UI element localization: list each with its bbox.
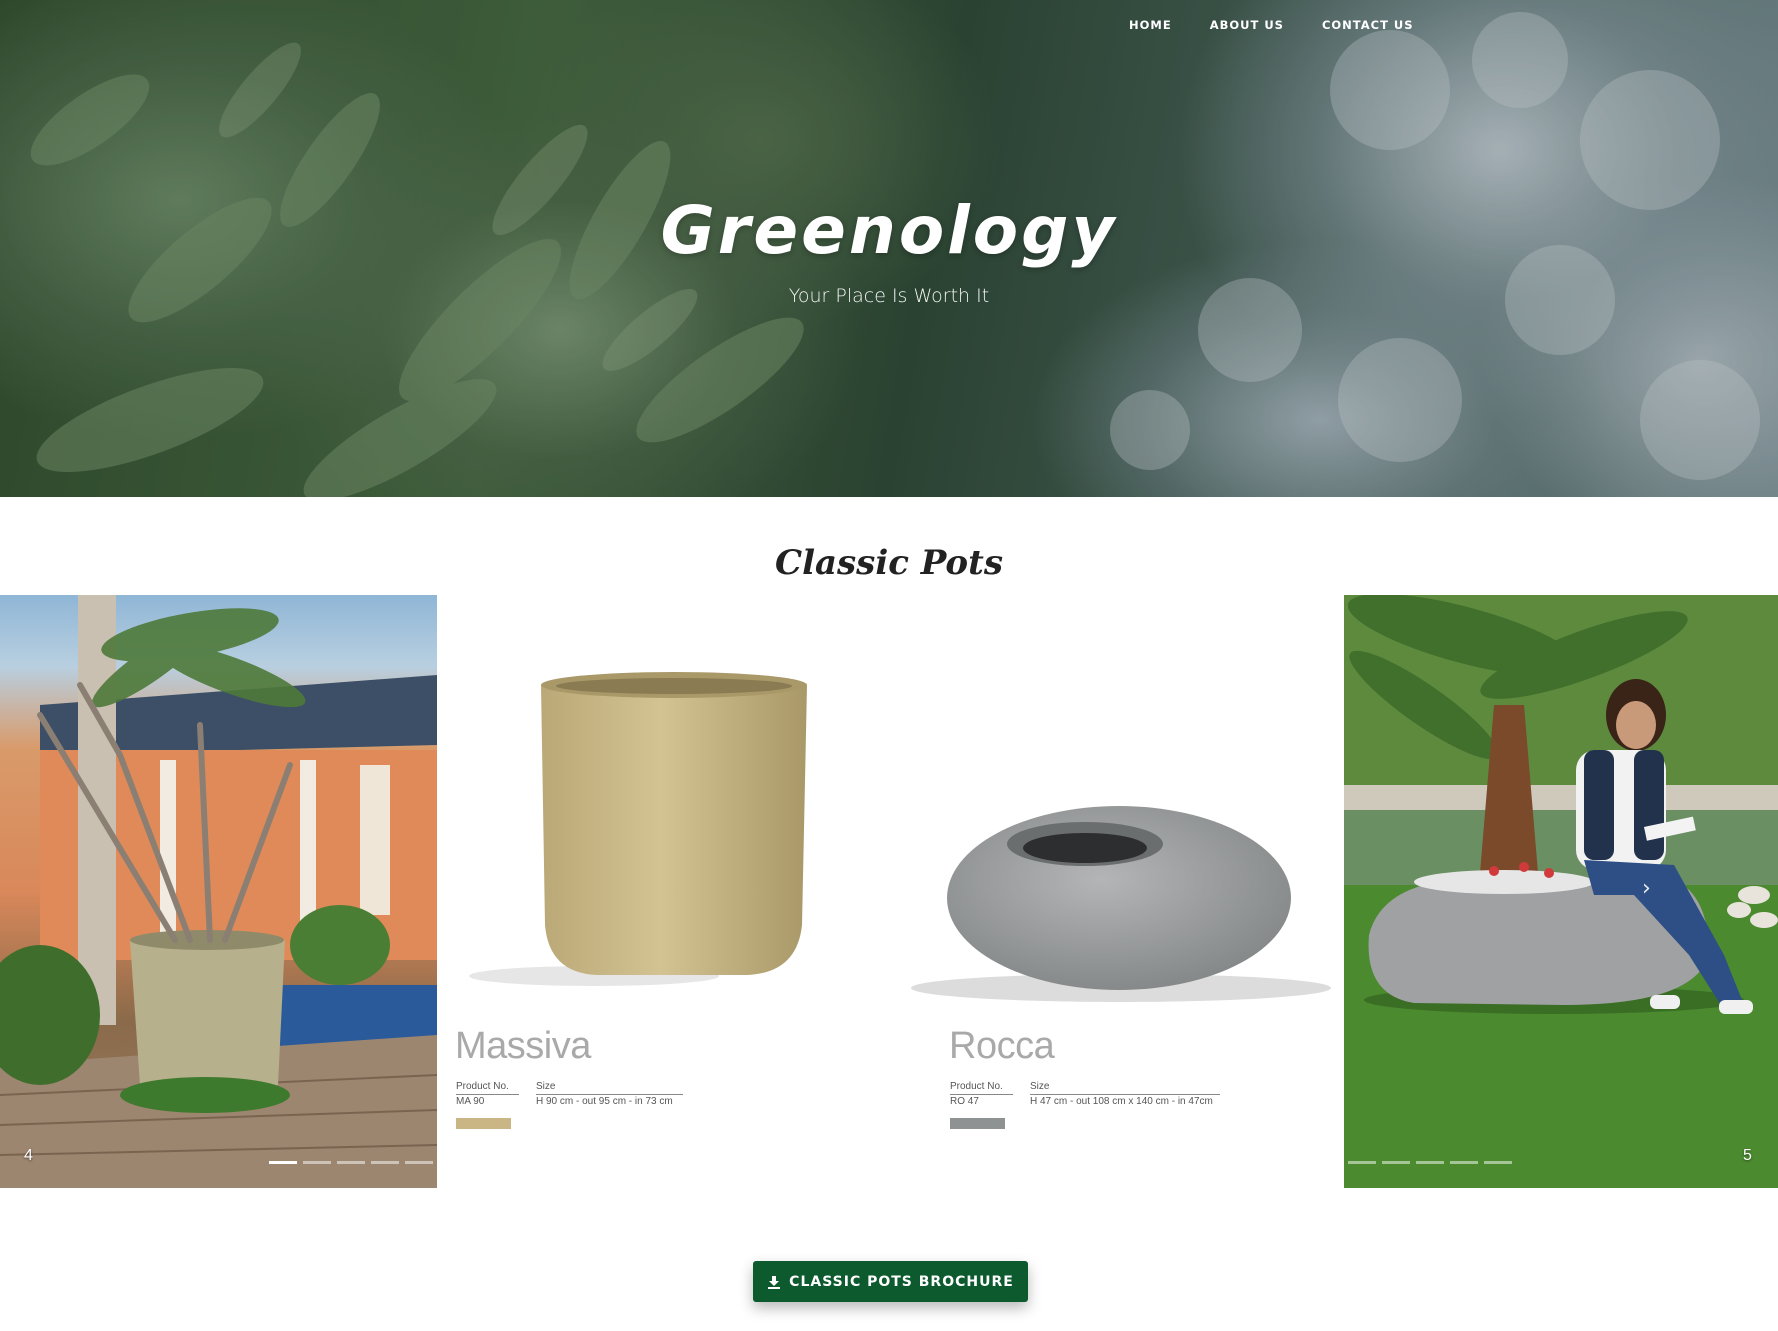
slide-indicator-right	[1348, 1161, 1512, 1164]
slide-indicator-left	[269, 1161, 433, 1164]
slide-number-left: 4	[24, 1147, 33, 1164]
color-swatch-rocca	[950, 1118, 1005, 1129]
carousel-slide-villa-photo[interactable]: 4	[0, 595, 437, 1188]
brochure-button-label: CLASSIC POTS BROCHURE	[789, 1273, 1014, 1290]
product-no-label: Product No.	[456, 1081, 509, 1092]
spec-divider	[536, 1094, 683, 1095]
slide-dot[interactable]	[303, 1161, 331, 1164]
nav-contact-us[interactable]: CONTACT US	[1303, 17, 1433, 33]
nav-home[interactable]: HOME	[1110, 17, 1191, 33]
carousel-slide-catalog[interactable]: Massiva Product No. Size MA 90 H 90 cm -…	[437, 595, 1344, 1188]
color-swatch-massiva	[456, 1118, 511, 1129]
download-icon	[768, 1275, 781, 1289]
carousel-slide-garden-photo[interactable]: › 5	[1344, 595, 1778, 1188]
slide-dot[interactable]	[371, 1161, 399, 1164]
slide-number-right: 5	[1743, 1147, 1752, 1164]
slide-dot[interactable]	[269, 1161, 297, 1164]
section-title: Classic Pots	[775, 543, 1003, 583]
chevron-right-icon[interactable]: ›	[1642, 876, 1651, 901]
spec-divider	[1030, 1094, 1220, 1095]
garden-photo	[1344, 595, 1778, 1188]
slide-dot[interactable]	[1484, 1161, 1512, 1164]
villa-photo	[0, 595, 437, 1188]
slide-dot[interactable]	[337, 1161, 365, 1164]
slide-dot[interactable]	[1382, 1161, 1410, 1164]
product-name-rocca: Rocca	[949, 1025, 1055, 1067]
spec-divider	[456, 1094, 519, 1095]
product-name-massiva: Massiva	[455, 1025, 591, 1067]
spec-divider	[950, 1094, 1013, 1095]
size-label: Size	[1030, 1081, 1050, 1092]
size-value: H 47 cm - out 108 cm x 140 cm - in 47cm	[1030, 1096, 1213, 1107]
size-label: Size	[536, 1081, 556, 1092]
product-carousel[interactable]: 4 Massiva Product No. Size MA 90 H 90 cm…	[0, 595, 1778, 1188]
hero-banner: HOME ABOUT US CONTACT US Greenology Your…	[0, 0, 1778, 497]
nav-about-us[interactable]: ABOUT US	[1191, 17, 1303, 33]
classic-pots-brochure-button[interactable]: CLASSIC POTS BROCHURE	[753, 1261, 1028, 1302]
slide-dot[interactable]	[405, 1161, 433, 1164]
brand-tagline: Your Place Is Worth It	[788, 285, 990, 307]
slide-dot[interactable]	[1348, 1161, 1376, 1164]
slide-dot[interactable]	[1416, 1161, 1444, 1164]
product-no-value: RO 47	[950, 1096, 979, 1107]
brand-title: Greenology	[660, 192, 1118, 269]
product-no-label: Product No.	[950, 1081, 1003, 1092]
size-value: H 90 cm - out 95 cm - in 73 cm	[536, 1096, 673, 1107]
slide-dot[interactable]	[1450, 1161, 1478, 1164]
main-nav: HOME ABOUT US CONTACT US	[1110, 17, 1433, 33]
product-no-value: MA 90	[456, 1096, 485, 1107]
